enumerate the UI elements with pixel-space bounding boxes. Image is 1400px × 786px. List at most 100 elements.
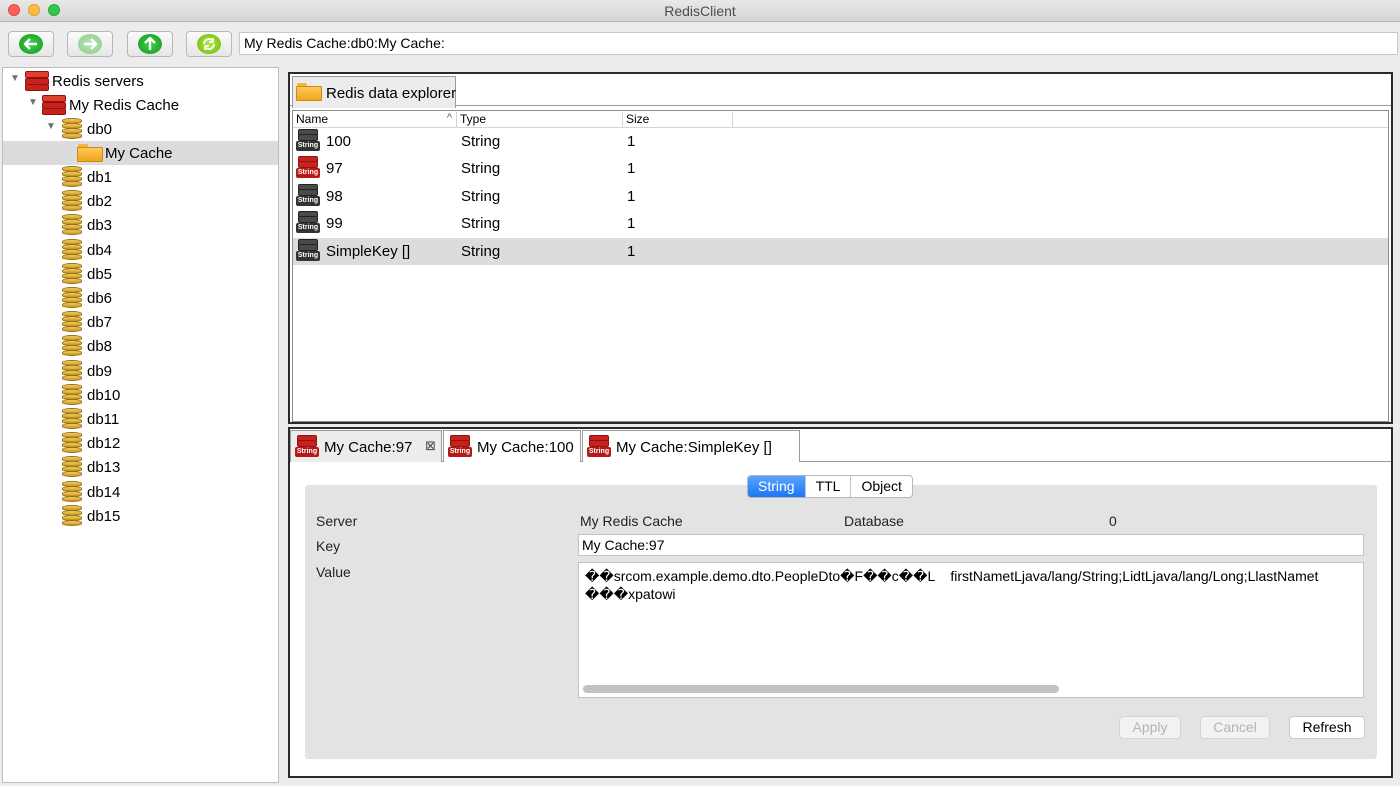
expand-triangle-icon[interactable]: ▼ [28,97,38,108]
maximize-window-button[interactable] [48,4,60,16]
cell-type: String [461,160,501,178]
expand-triangle-icon[interactable]: ▼ [46,121,56,132]
column-header-name[interactable]: Name ^ [293,112,457,127]
cell-type: String [461,187,501,205]
tree-item-label: db5 [87,265,113,283]
close-tab-icon[interactable]: ⊠ [425,438,436,454]
column-header-type[interactable]: Type [457,112,623,127]
cell-name: 98 [326,187,343,205]
tree-item-db15[interactable]: db15 [3,504,278,528]
tree-item-db7[interactable]: db7 [3,310,278,334]
tree-item-db0[interactable]: ▼ db0 [3,117,278,141]
table-row[interactable]: String 99 String 1 [293,210,1388,237]
tab-my-cache-97[interactable]: String My Cache:97 ⊠ [290,430,442,462]
table-header: Name ^ Type Size [293,111,1388,128]
arrow-right-icon [78,34,102,54]
refresh-value-button[interactable]: Refresh [1289,716,1365,739]
cell-name: SimpleKey [] [326,242,411,260]
server-value: My Redis Cache [580,513,683,529]
refresh-icon [197,34,221,54]
view-mode-segmented-control[interactable]: String TTL Object [747,475,913,498]
apply-button[interactable]: Apply [1119,716,1181,739]
back-button[interactable] [8,31,54,57]
horizontal-scrollbar[interactable] [583,685,1059,693]
tree-item-db14[interactable]: db14 [3,480,278,504]
tree-item-label: My Redis Cache [69,97,180,114]
tree-item-label: db10 [87,386,121,404]
explorer-tab-bar: Redis data explorer [290,74,1391,108]
table-row[interactable]: String SimpleKey [] String 1 [293,237,1388,265]
tree-item-redis-servers[interactable]: ▼ Redis servers [3,69,278,93]
cancel-button[interactable]: Cancel [1200,716,1270,739]
tab-label: My Cache:100 [477,439,574,456]
cell-size: 1 [627,133,636,150]
tree-item-label: db8 [87,338,113,356]
tab-label: My Cache:SimpleKey [] [616,439,772,456]
tab-redis-data-explorer[interactable]: Redis data explorer [292,76,456,108]
string-icon: String [295,211,321,235]
tree-item-db11[interactable]: db11 [3,407,278,431]
expand-triangle-icon[interactable]: ▼ [10,73,20,84]
cell-name: 100 [326,133,352,150]
cell-size: 1 [627,160,636,178]
string-icon: String [295,183,321,208]
server-tree[interactable]: ▼ Redis servers ▼ My Redis Cache ▼ db0 M… [2,67,279,783]
tree-item-db9[interactable]: db9 [3,359,278,383]
tree-item-db6[interactable]: db6 [3,286,278,310]
tree-item-label: My Cache [105,145,173,162]
tree-item-db1[interactable]: db1 [3,165,278,189]
table-row[interactable]: String 97 String 1 [293,155,1388,182]
tree-item-label: db1 [87,169,113,186]
tree-item-label: db9 [87,362,113,380]
up-button[interactable] [127,31,173,57]
minimize-window-button[interactable] [28,4,40,16]
tree-item-label: db0 [87,121,113,138]
arrow-left-icon [19,34,43,54]
table-row[interactable]: String 98 String 1 [293,183,1388,210]
tree-item-db5[interactable]: db5 [3,262,278,286]
string-icon: String [294,435,320,459]
tree-item-db12[interactable]: db12 [3,431,278,455]
cell-type: String [461,242,501,260]
title-bar: RedisClient [0,0,1400,22]
value-label: Value [316,564,351,580]
tree-item-db2[interactable]: db2 [3,189,278,213]
table-row[interactable]: String 100 String 1 [293,128,1388,155]
tree-item-db4[interactable]: db4 [3,238,278,262]
string-icon: String [586,435,612,459]
tab-my-cache-100[interactable]: String My Cache:100 [443,430,581,462]
segment-ttl[interactable]: TTL [806,476,852,497]
tree-item-label: db2 [87,193,113,211]
value-textarea[interactable]: ��srcom.example.demo.dto.PeopleDto�F��c�… [578,562,1364,698]
window-title: RedisClient [664,3,736,19]
data-explorer-panel: Redis data explorer Name ^ Type Size Str… [288,72,1393,424]
tree-item-my-cache[interactable]: My Cache [3,141,278,165]
tree-item-label: db3 [87,217,113,235]
tree-item-db8[interactable]: db8 [3,334,278,358]
forward-button[interactable] [67,31,113,57]
keys-table[interactable]: Name ^ Type Size String 100 String 1 String 9… [292,110,1389,422]
tree-item-label: db7 [87,314,113,332]
tree-item-label: db14 [87,483,121,501]
close-window-button[interactable] [8,4,20,16]
arrow-up-icon [138,34,162,54]
string-icon: String [295,156,321,180]
refresh-button[interactable] [186,31,232,57]
string-icon: String [447,435,473,459]
tree-item-db3[interactable]: db3 [3,213,278,237]
column-header-size[interactable]: Size [623,112,733,127]
tree-item-label: db15 [87,507,121,525]
segment-object[interactable]: Object [851,476,911,497]
cell-type: String [461,133,501,150]
tree-item-db13[interactable]: db13 [3,455,278,479]
key-label: Key [316,538,341,554]
tree-item-server[interactable]: ▼ My Redis Cache [3,93,278,117]
key-field[interactable]: My Cache:97 [578,534,1364,556]
segment-string[interactable]: String [748,476,806,497]
address-bar[interactable]: My Redis Cache:db0:My Cache: [239,32,1398,55]
tree-item-label: db12 [87,435,121,453]
tree-item-label: db4 [87,241,113,259]
tree-item-db10[interactable]: db10 [3,383,278,407]
cell-name: 99 [326,215,343,233]
tab-my-cache-simplekey[interactable]: String My Cache:SimpleKey [] [582,430,800,462]
